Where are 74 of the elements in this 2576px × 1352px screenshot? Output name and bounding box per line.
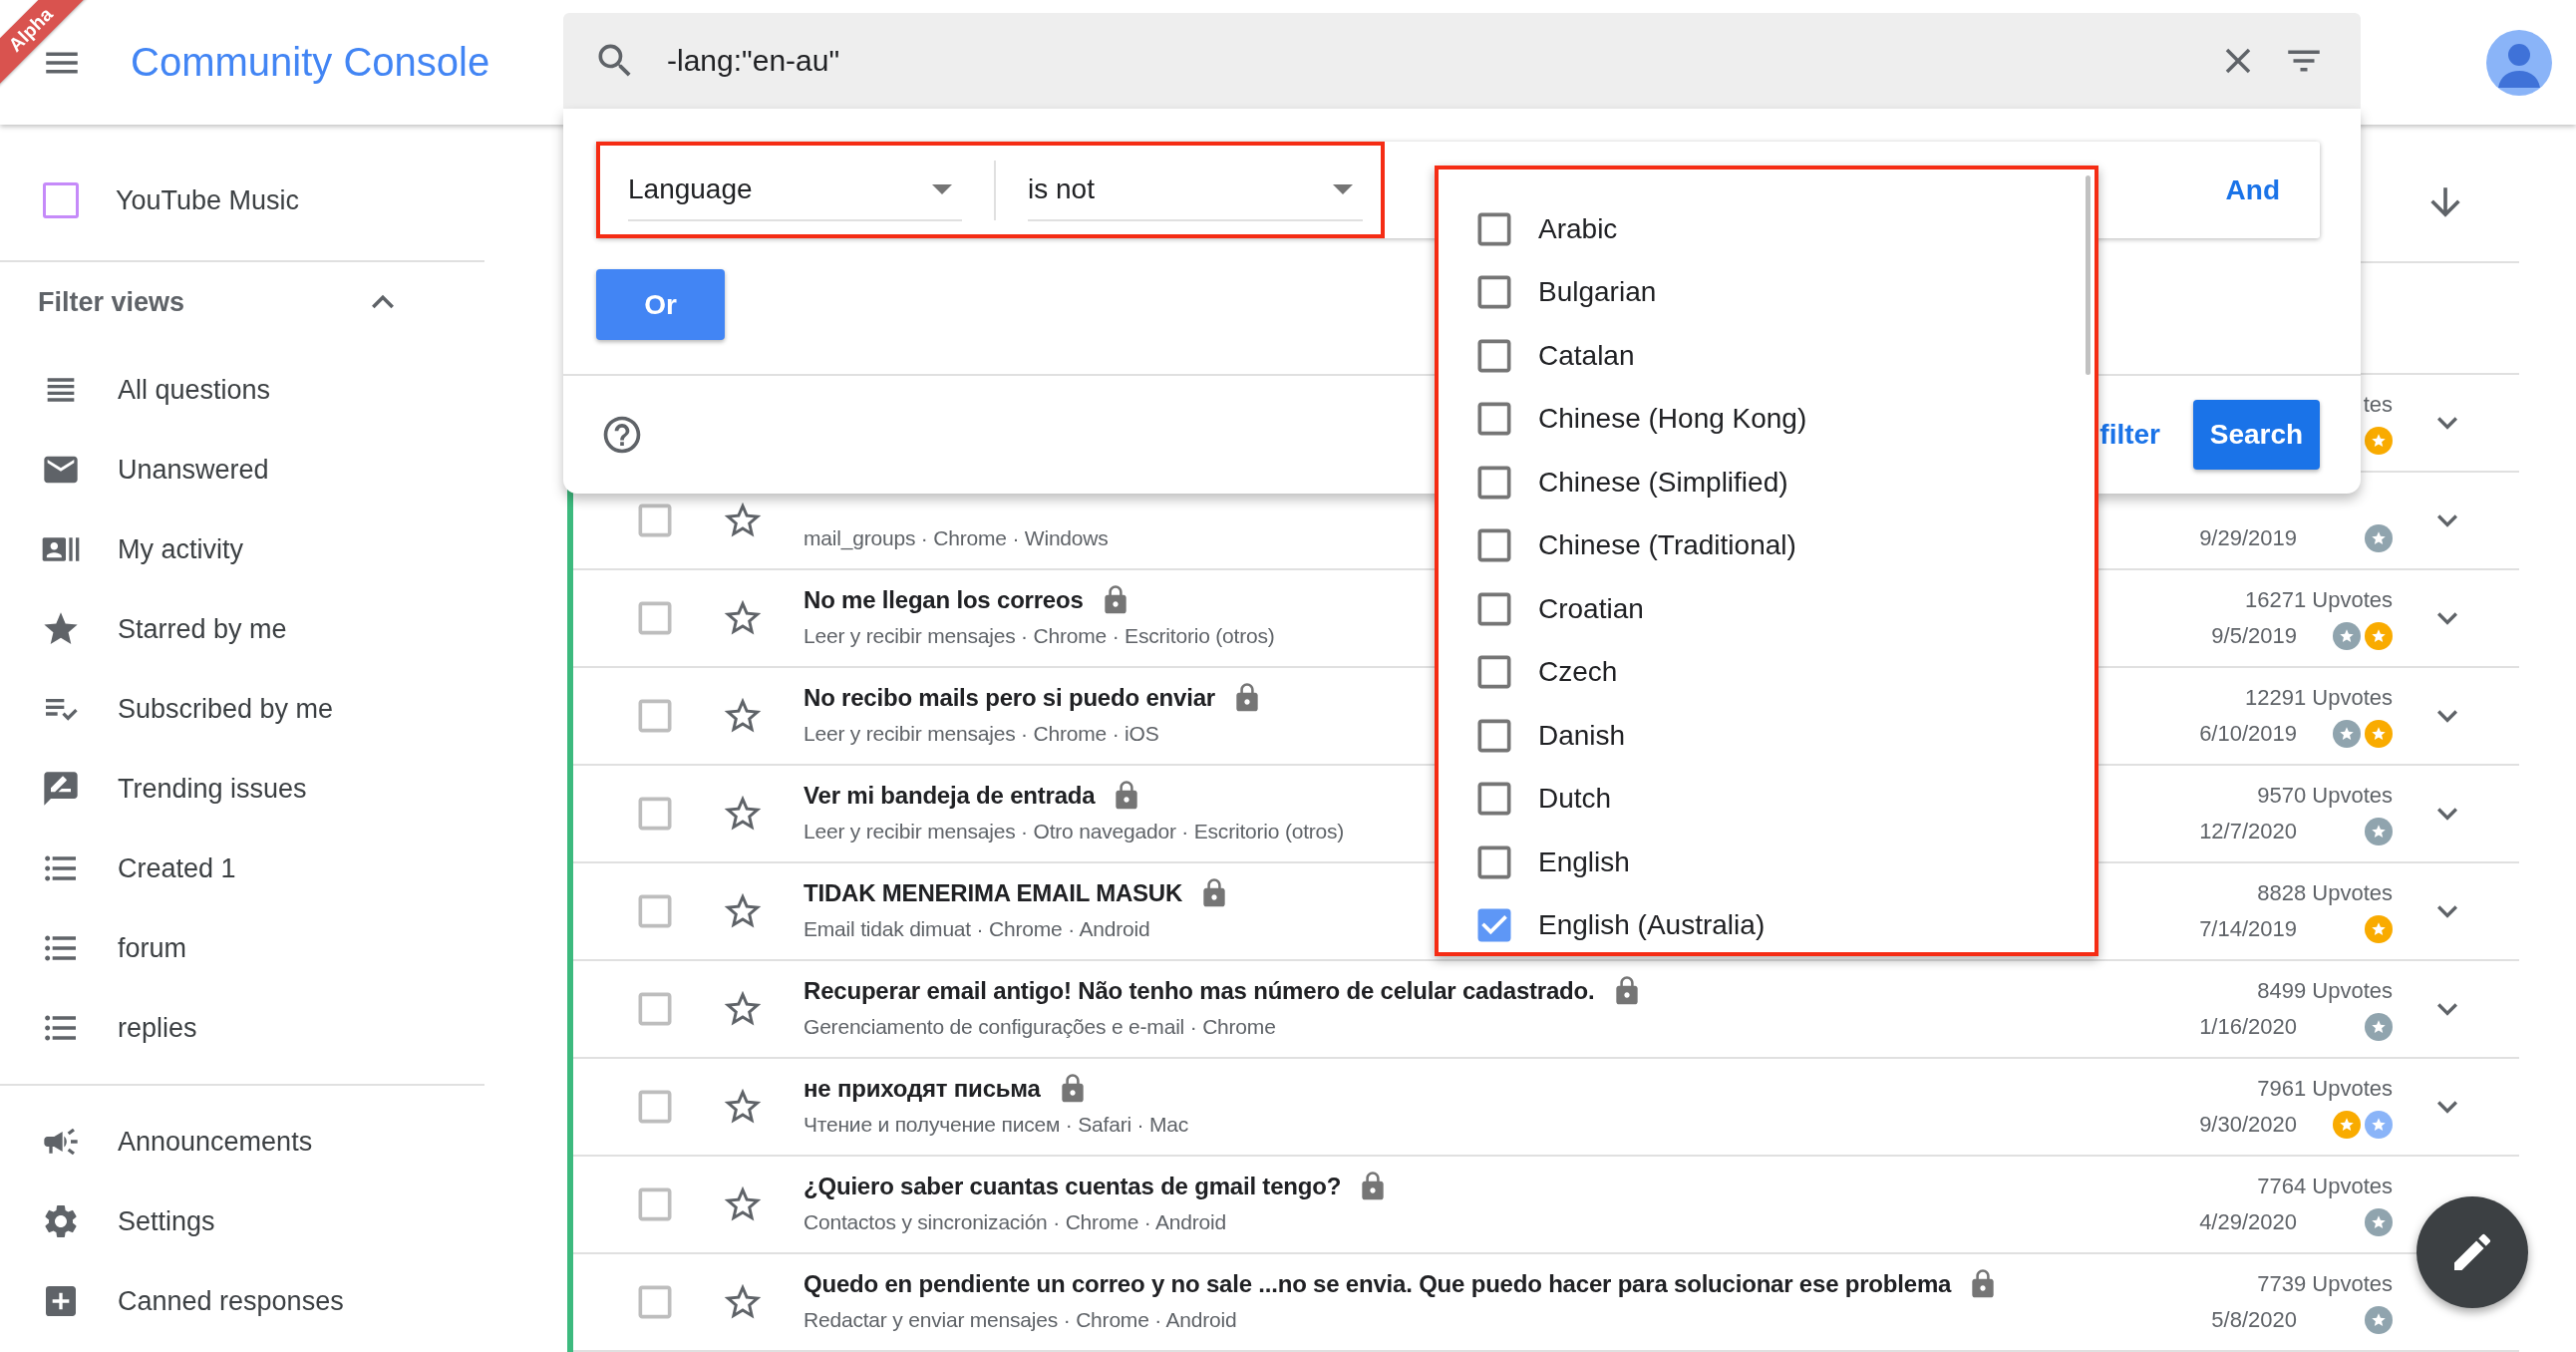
- sidebar-item[interactable]: Canned responses: [0, 1261, 563, 1341]
- sidebar-item[interactable]: Trending issues: [0, 749, 563, 829]
- question-title[interactable]: Recuperar email antigo! Não tenho mas número de celular cadastrado.: [804, 977, 1595, 1005]
- language-option[interactable]: English (Australia): [1439, 893, 2094, 957]
- language-option[interactable]: Croatian: [1439, 577, 2094, 641]
- question-date: 12/7/2020: [2199, 819, 2297, 845]
- compose-button[interactable]: [2416, 1196, 2528, 1308]
- question-tags: Gerenciamento de configurações e e-mail · Chrome: [804, 1009, 1276, 1045]
- question-tags: Contactos y sincronización · Chrome · Android: [804, 1204, 1227, 1240]
- language-option[interactable]: Arabic: [1439, 197, 2094, 261]
- upvote-count: 16271 Upvotes: [2245, 586, 2393, 614]
- question-date: 7/14/2019: [2199, 916, 2297, 942]
- question-date: 4/29/2020: [2199, 1209, 2297, 1235]
- question-tags: Redactar y enviar mensajes · Chrome · Android: [804, 1302, 1237, 1338]
- and-button[interactable]: And: [2225, 164, 2280, 216]
- sidebar-item[interactable]: My activity: [0, 509, 563, 589]
- question-date: 1/16/2020: [2199, 1014, 2297, 1040]
- operator-select[interactable]: is not: [1028, 159, 1363, 221]
- sidebar-item[interactable]: Subscribed by me: [0, 669, 563, 749]
- upvote-count: 9570 Upvotes: [2257, 782, 2393, 810]
- sidebar-item[interactable]: YouTube Music: [0, 161, 563, 240]
- upvote-count: 8499 Upvotes: [2257, 977, 2393, 1005]
- question-date: 9/30/2020: [2199, 1112, 2297, 1138]
- question-tags: Чтение и получение писем · Safari · Mac: [804, 1107, 1189, 1143]
- section-title: Filter views: [38, 286, 185, 318]
- upvote-count: 7739 Upvotes: [2257, 1270, 2393, 1298]
- question-tags: Leer y recibir mensajes · Chrome · iOS: [804, 716, 1159, 752]
- sidebar-item[interactable]: Starred by me: [0, 589, 563, 669]
- or-button[interactable]: Or: [596, 269, 725, 340]
- sidebar-item[interactable]: replies: [0, 988, 563, 1068]
- question-tags: Email tidak dimuat · Chrome · Android: [804, 911, 1150, 947]
- language-option[interactable]: Bulgarian: [1439, 260, 2094, 324]
- question-tags: Leer y recibir mensajes · Otro navegador · Escritorio (otros): [804, 814, 1345, 849]
- language-option[interactable]: Chinese (Simplified): [1439, 451, 2094, 514]
- app-title: Community Console: [131, 40, 490, 85]
- language-option[interactable]: Czech: [1439, 640, 2094, 704]
- language-option[interactable]: Chinese (Hong Kong): [1439, 387, 2094, 451]
- question-title[interactable]: Quedo en pendiente un correo y no sale ...no se envia. Que puedo hacer para solucionar ese problema: [804, 1270, 1952, 1298]
- caret-icon: [1333, 183, 1353, 194]
- question-date: 5/8/2020: [2211, 1307, 2297, 1333]
- question-title[interactable]: Ver mi bandeja de entrada: [804, 782, 1096, 810]
- upvote-count: 7961 Upvotes: [2257, 1075, 2393, 1103]
- sidebar-item[interactable]: Settings: [0, 1182, 563, 1261]
- question-title[interactable]: No me llegan los correos: [804, 586, 1084, 614]
- upvote-count: tes: [2363, 391, 2393, 419]
- sidebar-item[interactable]: forum: [0, 908, 563, 988]
- search-button[interactable]: Search: [2193, 400, 2320, 470]
- upvote-count: 8828 Upvotes: [2257, 879, 2393, 907]
- sidebar-item[interactable]: All questions: [0, 350, 563, 430]
- sidebar-item[interactable]: Announcements: [0, 1102, 563, 1182]
- clear-filter-link[interactable]: filter: [2099, 419, 2160, 451]
- sidebar-item[interactable]: Unanswered: [0, 430, 563, 509]
- question-title[interactable]: ¿Quiero saber cuantas cuentas de gmail tengo?: [804, 1173, 1342, 1200]
- language-option[interactable]: Chinese (Traditional): [1439, 513, 2094, 577]
- question-title[interactable]: No recibo mails pero si puedo enviar: [804, 684, 1215, 712]
- language-option[interactable]: English: [1439, 831, 2094, 894]
- sidebar-item[interactable]: Created 1: [0, 829, 563, 908]
- search-field[interactable]: -lang:"en-au": [665, 43, 2193, 79]
- question-date: 9/5/2019: [2211, 623, 2297, 649]
- upvote-count: 12291 Upvotes: [2245, 684, 2393, 712]
- search-bar[interactable]: -lang:"en-au": [563, 13, 2361, 109]
- question-title[interactable]: не приходят письма: [804, 1075, 1041, 1103]
- question-tags: mail_groups · Chrome · Windows: [804, 520, 1109, 556]
- language-option[interactable]: Danish: [1439, 704, 2094, 768]
- field-select[interactable]: Language: [628, 159, 962, 221]
- question-tags: Leer y recibir mensajes · Chrome · Escritorio (otros): [804, 618, 1275, 654]
- language-option[interactable]: Dutch: [1439, 767, 2094, 831]
- caret-icon: [932, 183, 952, 194]
- question-date: 6/10/2019: [2199, 721, 2297, 747]
- question-title[interactable]: TIDAK MENERIMA EMAIL MASUK: [804, 879, 1183, 907]
- language-option[interactable]: Catalan: [1439, 324, 2094, 388]
- question-date: 9/29/2019: [2199, 525, 2297, 551]
- scrollbar[interactable]: [2086, 175, 2091, 375]
- upvote-count: 7764 Upvotes: [2257, 1173, 2393, 1200]
